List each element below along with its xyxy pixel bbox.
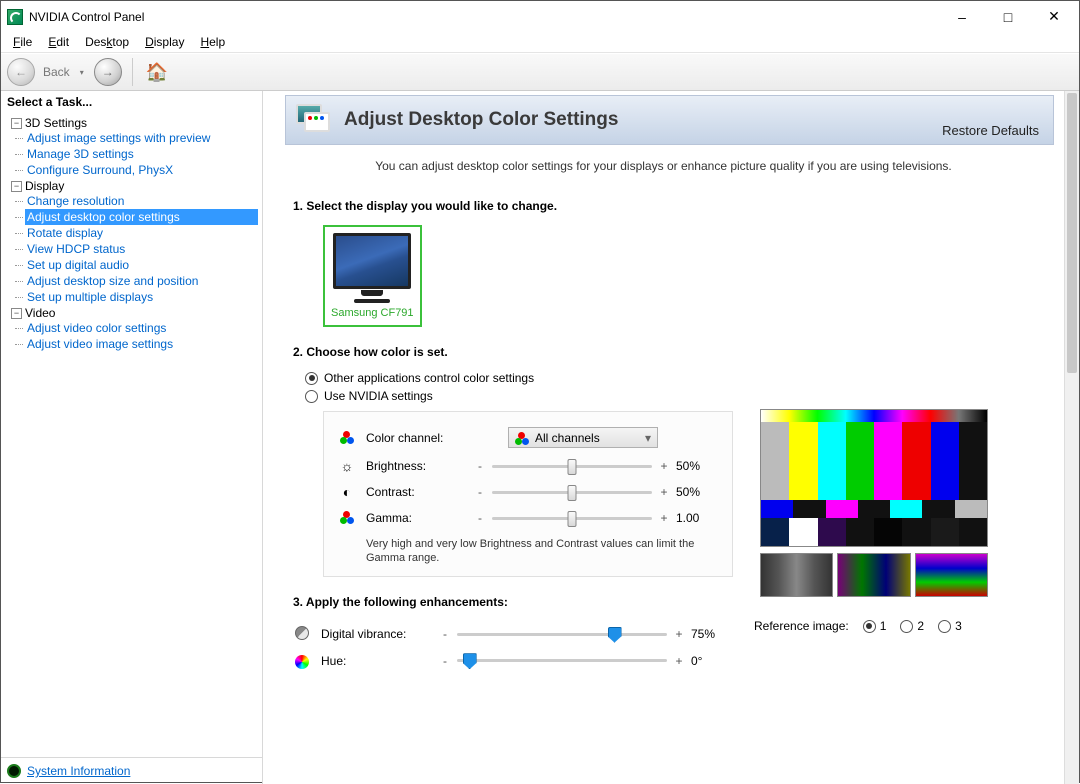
channel-icon xyxy=(338,430,356,446)
brightness-label: Brightness: xyxy=(366,459,466,473)
hue-label: Hue: xyxy=(321,654,431,668)
brightness-slider[interactable] xyxy=(492,465,652,468)
brightness-icon: ☼ xyxy=(338,458,356,474)
reference-thumb-1 xyxy=(760,553,833,597)
dv-slider[interactable] xyxy=(457,633,667,636)
ref-option-1[interactable]: 1 xyxy=(863,619,887,633)
tree-item-video-image[interactable]: Adjust video image settings xyxy=(25,336,258,352)
page-description: You can adjust desktop color settings fo… xyxy=(263,145,1064,193)
system-information-link[interactable]: System Information xyxy=(27,764,130,778)
sysinfo-icon xyxy=(7,764,21,778)
menubar: File Edit Desktop Display Help xyxy=(1,32,1079,53)
tree-item-video-color[interactable]: Adjust video color settings xyxy=(25,320,258,336)
tree-item-surround[interactable]: Configure Surround, PhysX xyxy=(25,162,258,178)
dv-value: 75% xyxy=(691,627,733,641)
sidebar-header: Select a Task... xyxy=(1,91,262,113)
ref-option-2[interactable]: 2 xyxy=(900,619,924,633)
back-label: Back xyxy=(43,65,70,79)
reference-thumb-2 xyxy=(837,553,910,597)
scrollbar[interactable] xyxy=(1064,91,1079,784)
sidebar: Select a Task... −3D Settings Adjust ima… xyxy=(1,91,263,784)
tree-group-video[interactable]: −Video xyxy=(11,306,258,320)
forward-button[interactable]: → xyxy=(94,58,122,86)
radio-nvidia[interactable]: Use NVIDIA settings xyxy=(305,389,1046,403)
content: Adjust Desktop Color Settings Restore De… xyxy=(263,91,1079,784)
tree-item-desktop-color[interactable]: Adjust desktop color settings xyxy=(25,209,258,225)
toolbar-separator xyxy=(132,58,133,86)
task-tree: −3D Settings Adjust image settings with … xyxy=(1,113,262,757)
tree-item-digital-audio[interactable]: Set up digital audio xyxy=(25,257,258,273)
tree-item-rotate[interactable]: Rotate display xyxy=(25,225,258,241)
maximize-button[interactable]: □ xyxy=(985,2,1031,32)
menu-help[interactable]: Help xyxy=(192,33,233,51)
home-button[interactable]: 🏠 xyxy=(143,58,171,86)
tree-item-manage-3d[interactable]: Manage 3D settings xyxy=(25,146,258,162)
gamma-value: 1.00 xyxy=(676,511,718,525)
step2-title: 2. Choose how color is set. xyxy=(293,345,1046,359)
preview-area: Reference image: 1 2 3 xyxy=(760,409,988,633)
display-option-samsung[interactable]: Samsung CF791 xyxy=(323,225,422,327)
titlebar: NVIDIA Control Panel – □ ✕ xyxy=(1,1,1079,32)
vibrance-icon xyxy=(293,626,311,643)
menu-file[interactable]: File xyxy=(5,33,40,51)
menu-desktop[interactable]: Desktop xyxy=(77,33,137,51)
minimize-button[interactable]: – xyxy=(939,2,985,32)
menu-display[interactable]: Display xyxy=(137,33,192,51)
scroll-thumb[interactable] xyxy=(1067,93,1077,373)
page-title: Adjust Desktop Color Settings xyxy=(344,109,618,131)
back-dropdown[interactable]: ▾ xyxy=(80,68,84,77)
reference-thumb-3 xyxy=(915,553,988,597)
tree-item-hdcp[interactable]: View HDCP status xyxy=(25,241,258,257)
back-button[interactable]: ← xyxy=(7,58,35,86)
nvidia-icon xyxy=(7,9,23,25)
menu-edit[interactable]: Edit xyxy=(40,33,77,51)
reference-image-label: Reference image: xyxy=(754,619,849,633)
restore-defaults-link[interactable]: Restore Defaults xyxy=(942,123,1039,138)
display-name: Samsung CF791 xyxy=(331,307,414,319)
tree-group-3d[interactable]: −3D Settings xyxy=(11,116,258,130)
page-header-icon xyxy=(296,104,332,136)
color-channel-dropdown[interactable]: All channels xyxy=(508,427,658,448)
close-button[interactable]: ✕ xyxy=(1031,2,1077,32)
ref-option-3[interactable]: 3 xyxy=(938,619,962,633)
gamma-slider[interactable] xyxy=(492,517,652,520)
tree-item-change-res[interactable]: Change resolution xyxy=(25,193,258,209)
contrast-value: 50% xyxy=(676,485,718,499)
tree-item-adjust-image[interactable]: Adjust image settings with preview xyxy=(25,130,258,146)
page-header: Adjust Desktop Color Settings Restore De… xyxy=(285,95,1054,145)
hue-value: 0° xyxy=(691,654,733,668)
tree-item-multi-displays[interactable]: Set up multiple displays xyxy=(25,289,258,305)
dv-label: Digital vibrance: xyxy=(321,627,431,641)
contrast-icon: ◐ xyxy=(338,484,356,500)
hue-slider[interactable] xyxy=(457,659,667,662)
hue-icon xyxy=(293,653,311,669)
gamma-label: Gamma: xyxy=(366,511,466,525)
contrast-label: Contrast: xyxy=(366,485,466,499)
color-settings-box: Color channel: All channels ☼ Brightness… xyxy=(323,411,733,577)
tree-item-size-position[interactable]: Adjust desktop size and position xyxy=(25,273,258,289)
color-channel-label: Color channel: xyxy=(366,431,466,445)
gamma-icon xyxy=(338,510,356,526)
window-title: NVIDIA Control Panel xyxy=(29,10,144,24)
contrast-slider[interactable] xyxy=(492,491,652,494)
step1-title: 1. Select the display you would like to … xyxy=(293,199,1046,213)
tree-group-display[interactable]: −Display xyxy=(11,179,258,193)
reference-image-preview xyxy=(760,409,988,547)
brightness-value: 50% xyxy=(676,459,718,473)
toolbar: ← Back ▾ → 🏠 xyxy=(1,53,1079,91)
radio-other-apps[interactable]: Other applications control color setting… xyxy=(305,371,1046,385)
gamma-note: Very high and very low Brightness and Co… xyxy=(366,537,718,566)
